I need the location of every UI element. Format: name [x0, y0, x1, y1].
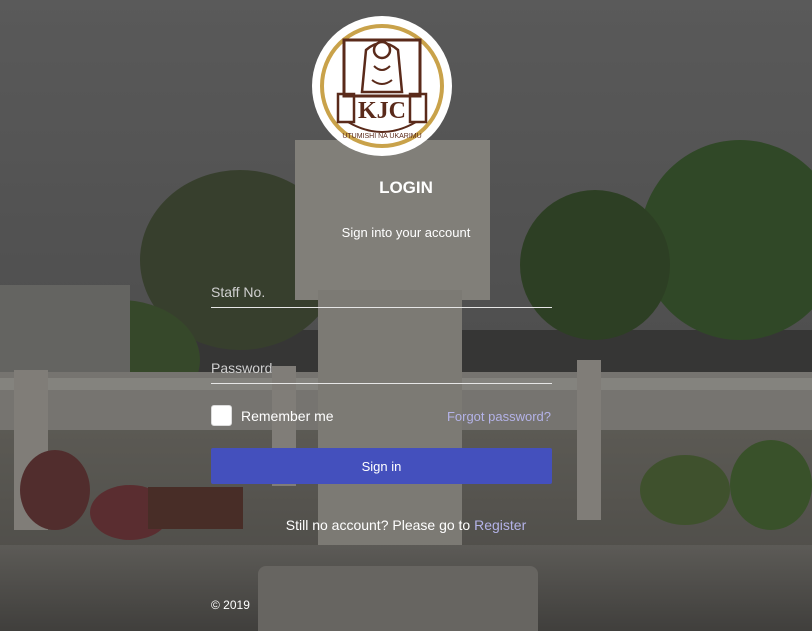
- copyright-text: © 2019: [211, 598, 250, 612]
- remember-me-label[interactable]: Remember me: [241, 408, 334, 424]
- password-input[interactable]: [211, 354, 552, 384]
- login-subtitle: Sign into your account: [341, 225, 471, 240]
- logo-motto: UTUMISHI NA UKARIMU: [342, 133, 421, 140]
- logo-initials: KJC: [358, 98, 406, 124]
- college-logo: KJC UTUMISHI NA UKARIMU: [312, 16, 452, 156]
- sign-in-button[interactable]: Sign in: [211, 448, 552, 484]
- register-prompt: Still no account? Please go to Register: [0, 517, 812, 533]
- register-link[interactable]: Register: [474, 517, 526, 533]
- remember-me-checkbox[interactable]: [211, 405, 232, 426]
- register-prompt-text: Still no account? Please go to: [285, 517, 475, 533]
- login-title: LOGIN: [379, 178, 433, 197]
- crest-icon: KJC UTUMISHI NA UKARIMU: [320, 24, 444, 148]
- staff-number-input[interactable]: [211, 278, 552, 308]
- forgot-password-link[interactable]: Forgot password?: [447, 409, 551, 424]
- remember-me-row: Remember me: [211, 405, 334, 426]
